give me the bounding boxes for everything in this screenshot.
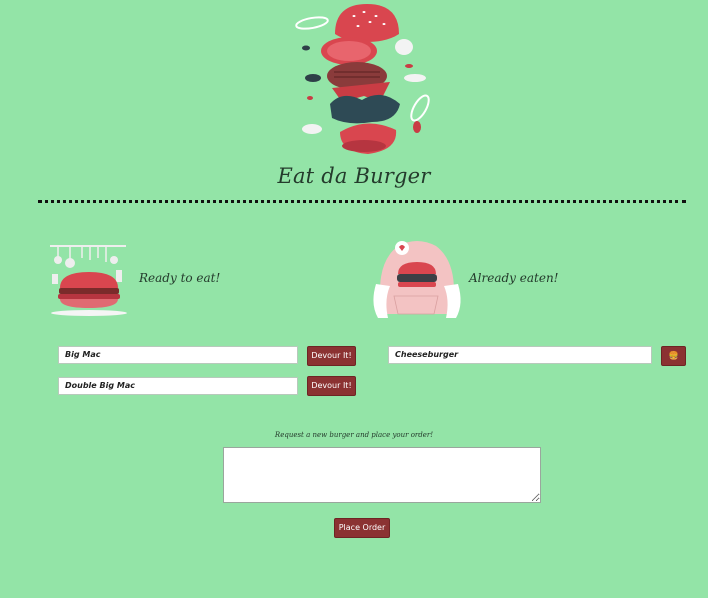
kitchen-burger-icon (50, 245, 127, 316)
ready-burger-name: Big Mac (58, 346, 298, 364)
page-title: Eat da Burger (277, 164, 431, 188)
ready-burger-name: Double Big Mac (58, 377, 298, 395)
person-eating-burger-icon (373, 241, 461, 318)
eaten-burger-name: Cheeseburger (388, 346, 652, 364)
place-order-button[interactable]: Place Order (334, 518, 390, 538)
new-burger-input[interactable] (223, 447, 541, 503)
burger-emoji-icon: 🍔 (668, 351, 679, 360)
devour-button[interactable]: Devour It! (307, 376, 356, 396)
devour-button[interactable]: Devour It! (307, 346, 356, 366)
order-prompt: Request a new burger and place your orde… (274, 431, 434, 439)
eaten-label: Already eaten! (469, 271, 559, 285)
title-divider (38, 200, 686, 203)
exploded-burger-icon (295, 4, 430, 154)
ready-label: Ready to eat! (139, 271, 221, 285)
eaten-burger-button[interactable]: 🍔 (661, 346, 686, 366)
